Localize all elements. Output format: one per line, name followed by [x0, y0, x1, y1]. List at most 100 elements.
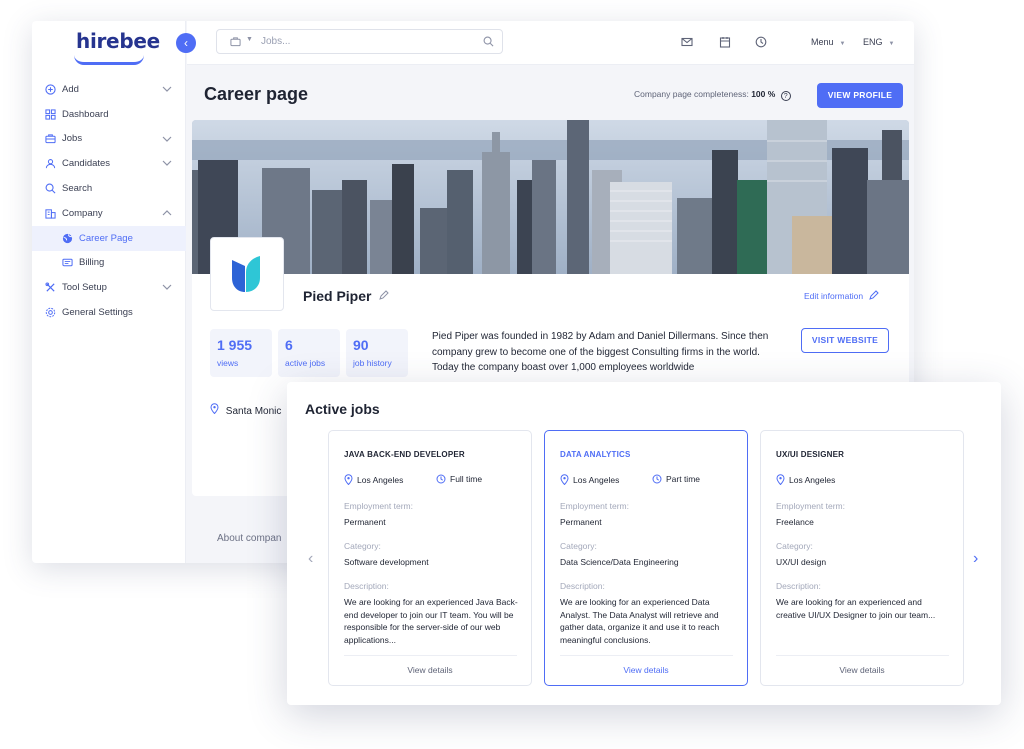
stat-label: views: [217, 358, 239, 368]
stat-active-jobs: 6 active jobs: [278, 329, 340, 377]
logo[interactable]: hirebee: [76, 29, 160, 53]
mail-icon[interactable]: [681, 36, 693, 48]
search-input[interactable]: Jobs...: [261, 36, 290, 47]
sidebar: hirebee Add Dashboard Jobs Candidates Se…: [32, 21, 186, 563]
clock-icon: [436, 474, 446, 484]
view-details-link[interactable]: View details: [761, 665, 963, 675]
location-pin-icon: [344, 474, 353, 485]
clock-icon: [652, 474, 662, 484]
job-location-label: Los Angeles: [573, 474, 620, 485]
carousel-prev-button[interactable]: ‹: [308, 550, 313, 568]
help-icon[interactable]: ?: [780, 91, 791, 101]
field-label: Category:: [560, 541, 597, 551]
caret-down-icon[interactable]: ▼: [246, 36, 253, 43]
chevron-left-icon: ‹: [308, 550, 314, 567]
building-icon: [45, 208, 56, 219]
topbar: ▼ Jobs... Menu ▼ ENG ▼: [187, 21, 914, 65]
employment-term: Permanent: [560, 517, 602, 527]
job-card[interactable]: JAVA BACK-END DEVELOPER Los Angeles Full…: [328, 430, 532, 686]
job-type-label: Part time: [666, 474, 701, 484]
sidebar-item-add[interactable]: Add: [32, 77, 186, 102]
view-profile-button[interactable]: VIEW PROFILE: [817, 83, 903, 108]
sidebar-item-label: Company: [62, 207, 103, 219]
job-card[interactable]: UX/UI DESIGNER Los Angeles Employment te…: [760, 430, 964, 686]
stat-label: active jobs: [285, 358, 326, 368]
globe-icon: [62, 233, 73, 244]
sidebar-item-dashboard[interactable]: Dashboard: [32, 102, 186, 127]
caret-down-icon: ▼: [839, 41, 846, 47]
stat-value: 6: [285, 337, 293, 353]
carousel-next-button[interactable]: ›: [973, 550, 978, 568]
company-logo: [210, 237, 284, 311]
chevron-down-icon: [162, 160, 172, 167]
location-pin-icon: [776, 474, 785, 485]
divider: [776, 655, 949, 656]
completeness-indicator: Company page completeness: 100 % ?: [634, 89, 791, 101]
sidebar-item-tool-setup[interactable]: Tool Setup: [32, 275, 186, 300]
menu-dropdown[interactable]: Menu ▼: [811, 37, 845, 47]
edit-information-link[interactable]: Edit information: [804, 290, 880, 301]
logo-swoosh: [74, 55, 144, 65]
chevron-down-icon: [162, 136, 172, 142]
pencil-icon[interactable]: [379, 290, 389, 300]
sidebar-item-jobs[interactable]: Jobs: [32, 127, 186, 152]
grid-icon: [45, 109, 56, 120]
visit-website-button[interactable]: VISIT WEBSITE: [801, 328, 889, 353]
job-title: UX/UI DESIGNER: [776, 450, 845, 459]
job-location: Los Angeles: [344, 474, 403, 485]
employment-term: Permanent: [344, 517, 386, 527]
language-dropdown[interactable]: ENG ▼: [863, 37, 894, 47]
sidebar-collapse-button[interactable]: ‹: [176, 33, 196, 53]
search-bar[interactable]: ▼ Jobs...: [216, 29, 503, 54]
sidebar-item-company[interactable]: Company: [32, 201, 186, 226]
clock-icon[interactable]: [755, 36, 767, 48]
active-jobs-panel: Active jobs ‹ › JAVA BACK-END DEVELOPER …: [287, 382, 1001, 705]
sidebar-item-billing[interactable]: Billing: [32, 251, 186, 276]
gear-icon: [45, 307, 56, 318]
job-location: Los Angeles: [560, 474, 619, 485]
sidebar-item-label: Candidates: [62, 158, 111, 170]
location-pin-icon: [560, 474, 569, 485]
sidebar-item-label: Tool Setup: [62, 282, 107, 294]
field-label: Category:: [344, 541, 381, 551]
briefcase-icon: [45, 133, 56, 144]
sidebar-item-general-settings[interactable]: General Settings: [32, 300, 186, 325]
job-category: UX/UI design: [776, 557, 827, 567]
menu-label: Menu: [811, 37, 834, 47]
field-label: Description:: [344, 581, 389, 591]
job-location-label: Los Angeles: [789, 474, 836, 485]
job-category: Software development: [344, 557, 429, 567]
field-label: Category:: [776, 541, 813, 551]
job-description: We are looking for an experienced Java B…: [344, 597, 518, 645]
job-title: JAVA BACK-END DEVELOPER: [344, 450, 465, 459]
job-card[interactable]: DATA ANALYTICS Los Angeles Part time Emp…: [544, 430, 748, 686]
sidebar-item-career-page[interactable]: Career Page: [32, 225, 186, 251]
field-label: Employment term:: [560, 501, 629, 511]
completeness-label: Company page completeness:: [634, 89, 749, 99]
field-label: Employment term:: [776, 501, 845, 511]
tab-about-company[interactable]: About compan: [217, 533, 282, 544]
location-label: Santa Monic: [225, 406, 282, 417]
sidebar-item-candidates[interactable]: Candidates: [32, 151, 186, 176]
card-icon: [62, 257, 73, 268]
chevron-down-icon: [162, 86, 172, 92]
view-details-link[interactable]: View details: [329, 665, 531, 675]
chevron-up-icon: [162, 210, 172, 216]
city-banner-image: [192, 120, 909, 274]
sidebar-item-label: Career Page: [79, 232, 133, 244]
stat-job-history: 90 job history: [346, 329, 408, 377]
sidebar-item-label: General Settings: [62, 307, 133, 319]
view-details-link[interactable]: View details: [545, 665, 747, 675]
calendar-icon[interactable]: [719, 36, 731, 48]
divider: [560, 655, 733, 656]
company-logo-mark: [232, 256, 260, 292]
search-icon: [45, 183, 56, 194]
sidebar-item-search[interactable]: Search: [32, 176, 186, 201]
user-icon: [45, 158, 56, 169]
search-icon[interactable]: [483, 36, 494, 47]
language-label: ENG: [863, 37, 883, 47]
stat-views: 1 955 views: [210, 329, 272, 377]
plus-circle-icon: [45, 84, 56, 95]
briefcase-icon: [230, 37, 241, 47]
chevron-down-icon: [162, 284, 172, 291]
